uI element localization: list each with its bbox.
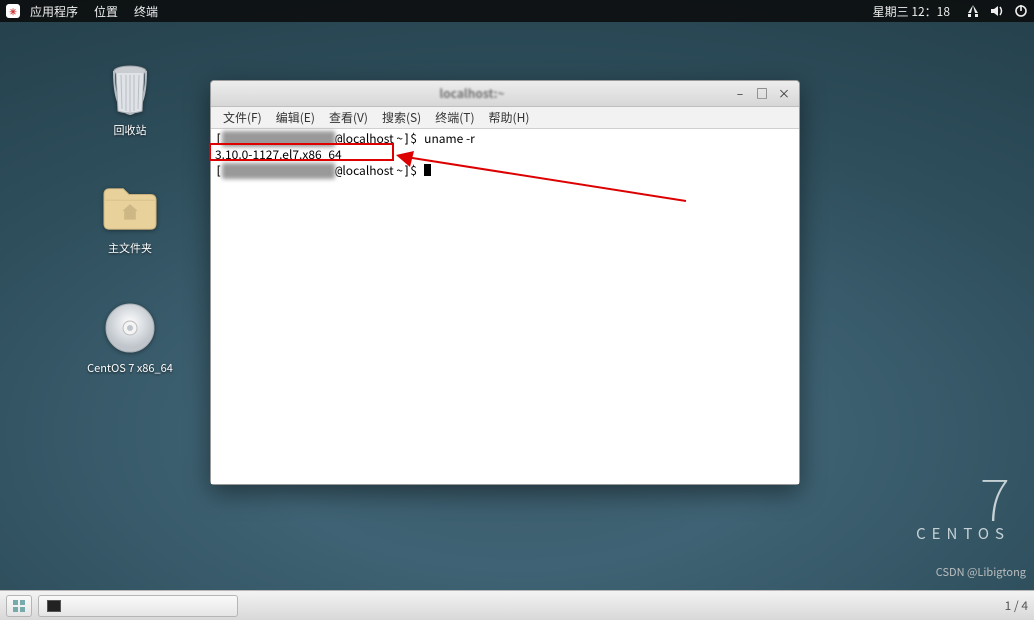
menu-terminal[interactable]: 终端(T): [429, 107, 480, 128]
menu-applications[interactable]: 应用程序: [24, 3, 84, 20]
watermark-text: CSDN @Libigtong: [936, 564, 1026, 580]
os-branding: 7 CENTOS: [916, 473, 1010, 544]
trash-icon: [102, 62, 158, 118]
cursor: [424, 164, 431, 176]
desktop-icon-trash[interactable]: 回收站: [85, 62, 175, 138]
menu-search[interactable]: 搜索(S): [376, 107, 427, 128]
desktop-icon-label: 回收站: [85, 122, 175, 138]
os-name-text: CENTOS: [916, 523, 1010, 544]
menu-file[interactable]: 文件(F): [217, 107, 268, 128]
terminal-icon: [47, 600, 61, 612]
command-text: uname -r: [424, 130, 475, 147]
highlight-red-box: [209, 143, 394, 161]
window-title: localhost:~: [217, 85, 727, 102]
window-menubar: 文件(F) 编辑(E) 查看(V) 搜索(S) 终端(T) 帮助(H): [211, 107, 799, 129]
power-icon[interactable]: [1014, 4, 1028, 18]
desktop-icon-label: 主文件夹: [85, 240, 175, 256]
taskbar-item-label: [66, 601, 186, 611]
bottom-taskbar: 1 / 4: [0, 590, 1034, 620]
distro-logo-icon: ✳: [6, 4, 20, 18]
taskbar-item-terminal[interactable]: [38, 595, 238, 617]
window-titlebar[interactable]: localhost:~ – □ ×: [211, 81, 799, 107]
clock[interactable]: 星期三 12：18: [867, 3, 956, 20]
terminal-body[interactable]: [wu████████@localhost ~]$ uname -r 3.10.…: [211, 129, 799, 484]
terminal-window: localhost:~ – □ × 文件(F) 编辑(E) 查看(V) 搜索(S…: [210, 80, 800, 485]
close-button[interactable]: ×: [775, 86, 793, 102]
top-menu-bar: ✳ 应用程序 位置 终端 星期三 12：18: [0, 0, 1034, 22]
menu-places[interactable]: 位置: [88, 3, 124, 20]
maximize-button[interactable]: □: [753, 86, 771, 102]
menu-terminal[interactable]: 终端: [128, 3, 164, 20]
desktop-icon-disc[interactable]: CentOS 7 x86_64: [85, 300, 175, 376]
desktop: ✳ 应用程序 位置 终端 星期三 12：18 回收站 主文件夹 CentOS 7…: [0, 0, 1034, 620]
show-desktop-icon: [12, 599, 26, 613]
disc-icon: [102, 300, 158, 356]
home-folder-icon: [102, 180, 158, 236]
show-desktop-button[interactable]: [6, 595, 32, 617]
network-icon[interactable]: [966, 5, 980, 17]
menu-edit[interactable]: 编辑(E): [270, 107, 321, 128]
minimize-button[interactable]: –: [731, 86, 749, 102]
desktop-icon-home[interactable]: 主文件夹: [85, 180, 175, 256]
desktop-icon-label: CentOS 7 x86_64: [85, 360, 175, 376]
annotation-arrow-icon: [396, 147, 696, 207]
os-version-glyph: 7: [916, 473, 1010, 519]
menu-help[interactable]: 帮助(H): [483, 107, 536, 128]
volume-icon[interactable]: [990, 5, 1004, 17]
menu-view[interactable]: 查看(V): [323, 107, 374, 128]
workspace-indicator[interactable]: 1 / 4: [1005, 597, 1028, 614]
